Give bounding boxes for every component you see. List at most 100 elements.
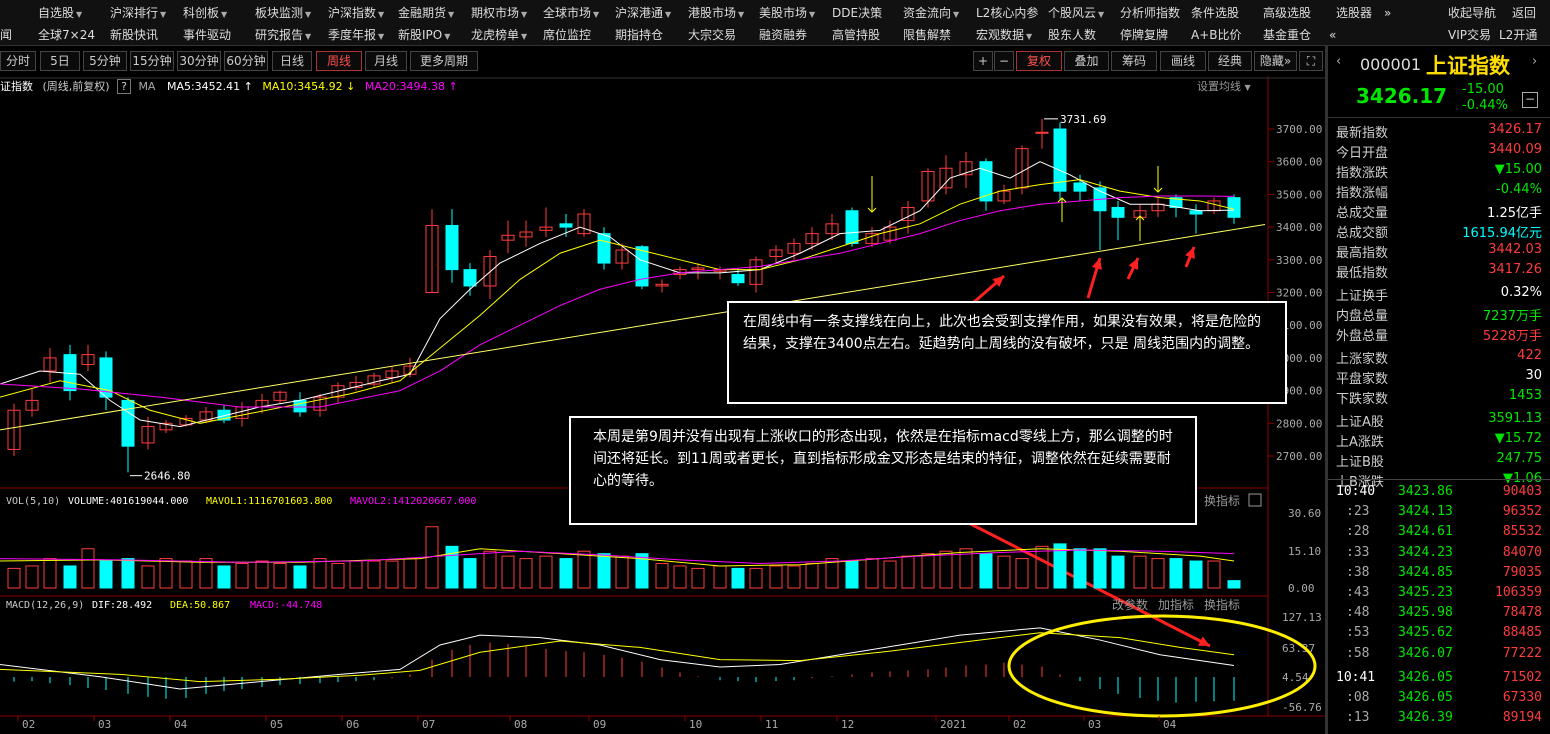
menu-item[interactable]: 龙虎榜单 ▼	[471, 25, 527, 45]
menu-item[interactable]: 期权市场 ▼	[471, 3, 527, 23]
menu-item-label: 个股风云	[1048, 6, 1097, 20]
menu-item[interactable]: 自选股 ▼	[38, 3, 82, 23]
volume-axis-label: 0.00	[1288, 582, 1315, 595]
chip-button[interactable]: 筹码	[1111, 51, 1157, 71]
chevron-down-icon: ▼	[953, 10, 960, 19]
chevron-down-icon: ▼	[1026, 32, 1033, 41]
stat-row: 上证换手 0.32%	[1328, 283, 1550, 304]
price-axis-label: 2700.00	[1276, 450, 1322, 463]
menu-item[interactable]: 资金流向 ▼	[903, 3, 959, 23]
period-tab[interactable]: 30分钟	[177, 51, 221, 71]
menu-item[interactable]: 宏观数据 ▼	[976, 25, 1032, 45]
menu-item-label: 分析师指数	[1120, 6, 1181, 20]
volume-bar-up	[713, 565, 727, 589]
overlay-button[interactable]: 叠加	[1064, 51, 1109, 71]
macd-action-button[interactable]: 加指标	[1158, 597, 1194, 612]
menu-item[interactable]: 全球市场 ▼	[543, 3, 599, 23]
collapse-icon[interactable]: −	[1522, 92, 1538, 108]
menu-item[interactable]: 沪深指数 ▼	[328, 3, 384, 23]
stat-row: 总成交量 1.25亿手	[1328, 200, 1550, 221]
menu-item[interactable]: 沪深港通 ▼	[615, 3, 671, 23]
menu-item[interactable]: 期指持仓	[615, 25, 663, 45]
chevron-right-icon[interactable]: ›	[1532, 54, 1537, 69]
chevron-down-icon: ▼	[593, 10, 600, 19]
menu-item[interactable]: 全球7×24	[38, 25, 95, 45]
menu-item[interactable]: 金融期货 ▼	[398, 3, 454, 23]
hide-button[interactable]: 隐藏»	[1254, 51, 1297, 71]
menu-item[interactable]: 板块监测 ▼	[255, 3, 311, 23]
candle-down	[445, 224, 459, 271]
menu-item[interactable]: 股东人数	[1048, 25, 1096, 45]
menu-item[interactable]: 闻	[0, 25, 12, 45]
menu-item-label: «	[1329, 28, 1337, 42]
classic-button[interactable]: 经典	[1208, 51, 1252, 71]
chart-canvas[interactable]: 3700.00 3600.00 3500.00 3400.00 3300.00 3200.…	[0, 76, 1325, 734]
menu-item[interactable]: 港股市场 ▼	[688, 3, 744, 23]
menu-item[interactable]: 融资融券	[759, 25, 807, 45]
menu-item[interactable]: 分析师指数	[1120, 3, 1180, 23]
period-tab[interactable]: 更多周期	[410, 51, 478, 71]
menu-item[interactable]: 科创板 ▼	[183, 3, 227, 23]
draw-button[interactable]: 画线	[1160, 51, 1206, 71]
volume-action-button[interactable]: 换指标	[1204, 493, 1240, 508]
menu-item[interactable]: 基金重仓	[1263, 25, 1311, 45]
dea-line	[0, 632, 1235, 683]
menu-item-label: 融资融券	[759, 28, 808, 42]
menu-item[interactable]: 大宗交易	[688, 25, 736, 45]
menu-item[interactable]: 新股IPO ▼	[398, 25, 450, 45]
menu-item-label: 全球7×24	[38, 28, 95, 42]
menu-item[interactable]: 新股快讯	[110, 25, 158, 45]
period-tab[interactable]: 月线	[365, 51, 407, 71]
menu-item[interactable]: DDE决策	[832, 3, 882, 23]
menu-item[interactable]: 高级选股	[1263, 3, 1311, 23]
period-tab[interactable]: 分时	[0, 51, 36, 71]
menu-item[interactable]: L2核心内参	[976, 3, 1038, 23]
menu-item[interactable]: 条件选股	[1191, 3, 1239, 23]
menu-item[interactable]: 停牌复牌	[1120, 25, 1168, 45]
period-tab[interactable]: 60分钟	[224, 51, 268, 71]
volume-bar-down	[597, 553, 611, 589]
low-price-label: 2646.80	[144, 470, 190, 483]
menu-item[interactable]: 事件驱动	[183, 25, 231, 45]
menu-item[interactable]: 沪深排行 ▼	[110, 3, 166, 23]
menu-item[interactable]: 高管持股	[832, 25, 880, 45]
menu-item[interactable]: 收起导航	[1448, 3, 1496, 23]
highlight-circle	[1007, 614, 1317, 718]
menu-item[interactable]: A+B比价	[1191, 25, 1242, 45]
stat-row: 最高指数 3442.03	[1328, 240, 1550, 261]
menu-item-label: »	[1384, 6, 1392, 20]
menu-item[interactable]: 美股市场 ▼	[759, 3, 815, 23]
menu-item-label: 科创板	[183, 6, 220, 20]
volume-bar-down	[463, 558, 477, 589]
macd-action-button[interactable]: 改参数	[1112, 597, 1148, 612]
menu-item[interactable]: 个股风云 ▼	[1048, 3, 1104, 23]
menu-item[interactable]: 研究报告 ▼	[255, 25, 311, 45]
menu-item[interactable]: L2开通	[1499, 25, 1537, 45]
period-tab[interactable]: 15分钟	[130, 51, 174, 71]
menu-item-label: 收起导航	[1448, 6, 1497, 20]
menu-item[interactable]: «	[1329, 25, 1336, 45]
period-tab[interactable]: 5分钟	[83, 51, 127, 71]
volume-bar-down	[217, 565, 231, 589]
menu-item[interactable]: 选股器	[1336, 3, 1372, 23]
zoom-out-button[interactable]: −	[994, 51, 1014, 71]
volume-bar-up	[1015, 558, 1029, 589]
tick-row: 10:41 3426.05 71502	[1328, 668, 1550, 688]
adjust-button[interactable]: 复权	[1016, 51, 1062, 71]
zoom-in-button[interactable]: +	[973, 51, 993, 71]
period-tab[interactable]: 周线	[316, 51, 362, 71]
menu-item[interactable]: 返回	[1512, 3, 1536, 23]
price-axis-label: 3200.00	[1276, 287, 1322, 300]
fullscreen-icon[interactable]: ⛶	[1299, 51, 1323, 71]
chevron-left-icon[interactable]: ‹	[1336, 54, 1341, 69]
tick-volume: 79035	[1502, 564, 1542, 580]
period-tab[interactable]: 日线	[272, 51, 312, 71]
menu-item[interactable]: 限售解禁	[903, 25, 951, 45]
menu-item[interactable]: 席位监控	[543, 25, 591, 45]
period-tab[interactable]: 5日	[40, 51, 80, 71]
menu-item[interactable]: VIP交易	[1448, 25, 1491, 45]
menu-item[interactable]: 季度年报 ▼	[328, 25, 384, 45]
menu-item[interactable]: »	[1384, 3, 1391, 23]
volume-bar-up	[273, 562, 287, 589]
macd-action-button[interactable]: 换指标	[1204, 597, 1240, 612]
